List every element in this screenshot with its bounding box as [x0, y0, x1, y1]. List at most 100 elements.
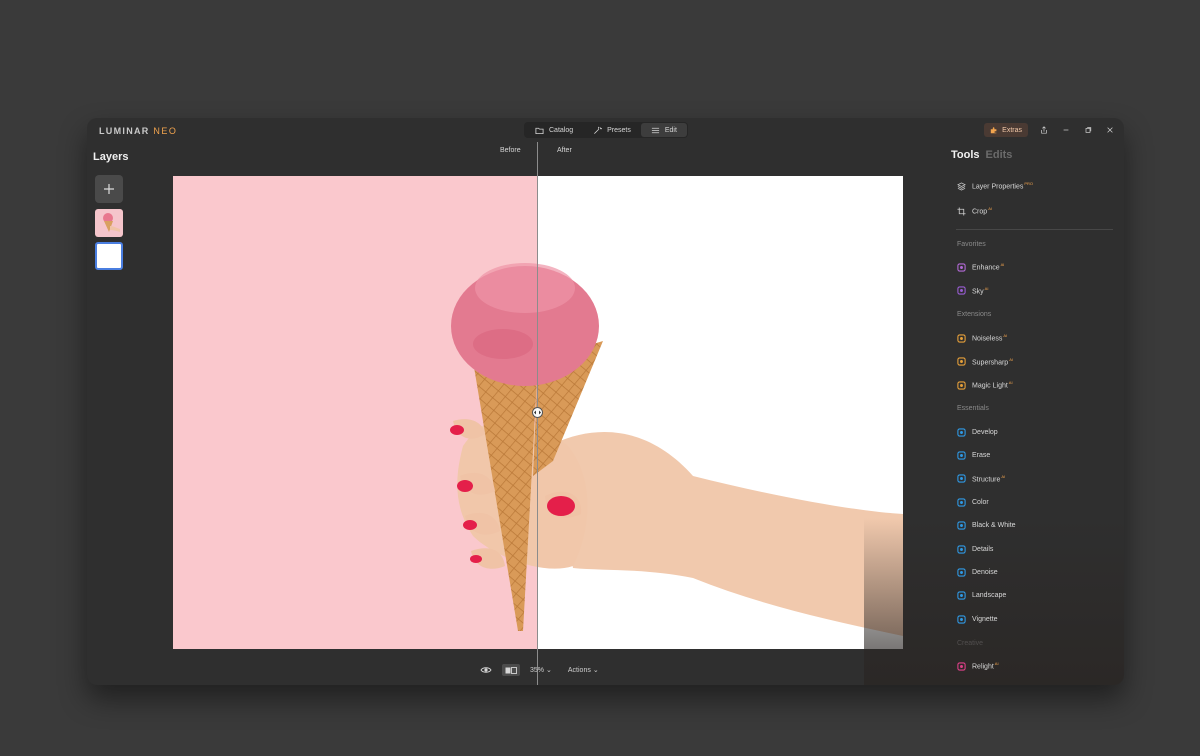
pro-badge: PRO: [1024, 181, 1034, 187]
details-icon: [956, 544, 966, 554]
tool-black-white[interactable]: Black & White: [956, 521, 1016, 531]
section-favorites: Favorites: [957, 241, 986, 248]
bw-icon: [956, 521, 966, 531]
tool-label: Landscape: [972, 592, 1007, 600]
compare-divider-handle[interactable]: [532, 407, 543, 418]
compare-icon: [505, 666, 517, 674]
tool-crop[interactable]: CropAI: [956, 206, 992, 216]
magic-light-icon: [956, 380, 966, 390]
tool-label: Enhance: [972, 264, 1000, 272]
minimize-button[interactable]: [1060, 124, 1072, 136]
tool-vignette[interactable]: Vignette: [956, 614, 998, 624]
tool-label: Vignette: [972, 615, 998, 623]
sun-icon: [956, 427, 966, 437]
brand-accent: NEO: [153, 126, 178, 136]
zoom-value: 35%: [530, 666, 545, 674]
ice-cream-thumbnail: [103, 213, 120, 232]
folder-icon: [535, 127, 544, 134]
ai-badge: AI: [994, 661, 999, 667]
zoom-dropdown[interactable]: 35% ⌄: [530, 666, 552, 675]
tool-label: Layer Properties: [972, 183, 1024, 191]
color-icon: [956, 497, 966, 507]
relight-icon: [956, 661, 966, 671]
tab-catalog-label: Catalog: [549, 126, 574, 134]
plus-icon: [104, 184, 114, 194]
tool-develop[interactable]: Develop: [956, 427, 998, 437]
tab-edit[interactable]: Edit: [640, 123, 687, 137]
window-controls: Extras: [984, 123, 1116, 137]
tool-label: Develop: [972, 428, 998, 436]
tool-label: Erase: [972, 451, 991, 459]
tool-erase[interactable]: Erase: [956, 450, 990, 460]
app-window: LUMINAR NEO Catalog Presets Edit Extras: [87, 118, 1124, 685]
tool-layer-properties[interactable]: Layer PropertiesPRO: [956, 181, 1033, 191]
tool-label: Sky: [972, 288, 984, 296]
tool-label: Denoise: [972, 568, 998, 576]
tool-label: Noiseless: [972, 335, 1003, 343]
layer-thumbnail-image[interactable]: [95, 209, 123, 237]
tool-label: Supersharp: [972, 359, 1009, 367]
tool-magic-light[interactable]: Magic LightAI: [956, 380, 1013, 390]
restore-icon: [1085, 127, 1092, 133]
section-creative: Creative: [957, 640, 984, 647]
denoise-icon: [956, 567, 966, 577]
close-button[interactable]: [1104, 124, 1116, 136]
tab-tools[interactable]: Tools: [951, 149, 980, 161]
layers-icon: [956, 181, 966, 191]
tool-details[interactable]: Details: [956, 544, 993, 554]
add-layer-button[interactable]: [95, 175, 123, 203]
enhance-icon: [956, 262, 966, 272]
restore-button[interactable]: [1082, 124, 1094, 136]
tool-noiseless[interactable]: NoiselessAI: [956, 333, 1007, 343]
structure-icon: [956, 474, 966, 484]
eraser-icon: [956, 450, 966, 460]
tool-label: Magic Light: [972, 382, 1008, 390]
tool-label: Color: [972, 498, 989, 506]
preview-toggle[interactable]: [480, 666, 492, 674]
tool-color[interactable]: Color: [956, 497, 989, 507]
chevron-down-icon: ⌄: [592, 667, 599, 674]
extras-button[interactable]: Extras: [984, 123, 1028, 137]
tab-edit-label: Edit: [664, 126, 677, 134]
tab-catalog[interactable]: Catalog: [525, 123, 583, 137]
section-essentials: Essentials: [957, 405, 989, 412]
tab-presets-label: Presets: [607, 126, 631, 134]
before-label: Before: [500, 147, 521, 154]
mode-switcher: Catalog Presets Edit: [524, 122, 688, 138]
tool-supersharp[interactable]: SupersharpAI: [956, 357, 1013, 367]
tool-structure[interactable]: StructureAI: [956, 474, 1005, 484]
actions-dropdown[interactable]: Actions ⌄: [567, 666, 599, 675]
layers-title: Layers: [93, 151, 129, 163]
supersharp-icon: [956, 357, 966, 367]
tab-edits[interactable]: Edits: [986, 149, 1013, 161]
ai-badge: AI: [1000, 262, 1005, 268]
tool-relight[interactable]: RelightAI: [956, 661, 999, 671]
tool-sky[interactable]: SkyAI: [956, 286, 988, 296]
compare-button[interactable]: [502, 664, 520, 676]
share-button[interactable]: [1038, 124, 1050, 136]
chevron-down-icon: ⌄: [546, 667, 552, 674]
tab-presets[interactable]: Presets: [583, 123, 641, 137]
ai-badge: AI: [1009, 356, 1013, 362]
ai-badge: AI: [1001, 474, 1006, 480]
tool-denoise[interactable]: Denoise: [956, 567, 998, 577]
tool-landscape[interactable]: Landscape: [956, 591, 1006, 601]
tool-label: Details: [972, 545, 994, 553]
layer-thumbnail-blank[interactable]: [95, 242, 123, 270]
section-extensions: Extensions: [957, 311, 992, 318]
actions-label: Actions: [567, 666, 591, 674]
tool-enhance[interactable]: EnhanceAI: [956, 262, 1004, 272]
ai-badge: AI: [1008, 380, 1013, 386]
app-logo: LUMINAR NEO: [99, 126, 177, 136]
ai-badge: AI: [1003, 333, 1008, 339]
presets-icon: [594, 126, 603, 134]
share-icon: [1041, 126, 1047, 134]
puzzle-icon: [990, 127, 997, 134]
extras-label: Extras: [1002, 126, 1022, 134]
bottom-toolbar: 35% ⌄ Actions ⌄: [480, 663, 599, 677]
ai-badge: AI: [988, 206, 992, 212]
brand-name: LUMINAR: [99, 126, 150, 136]
cloud-icon: [956, 286, 966, 296]
eye-icon: [480, 667, 492, 673]
panel-tabs: Tools Edits: [951, 149, 1012, 161]
